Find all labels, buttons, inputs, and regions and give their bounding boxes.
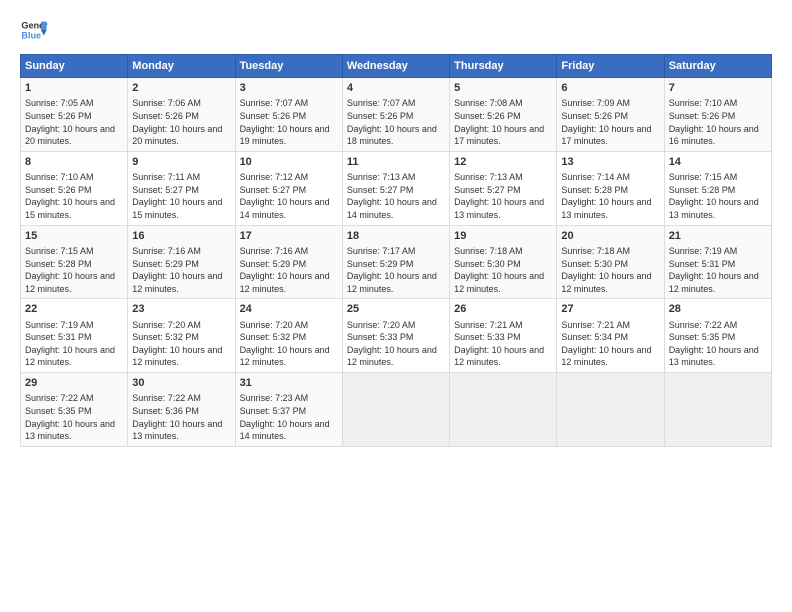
col-header-friday: Friday xyxy=(557,55,664,78)
day-number: 30 xyxy=(132,376,230,391)
header-row: SundayMondayTuesdayWednesdayThursdayFrid… xyxy=(21,55,772,78)
day-number: 22 xyxy=(25,302,123,317)
calendar-cell: 2Sunrise: 7:06 AMSunset: 5:26 PMDaylight… xyxy=(128,78,235,152)
calendar-cell: 11Sunrise: 7:13 AMSunset: 5:27 PMDayligh… xyxy=(342,151,449,225)
calendar-cell: 8Sunrise: 7:10 AMSunset: 5:26 PMDaylight… xyxy=(21,151,128,225)
day-number: 18 xyxy=(347,229,445,244)
calendar-cell: 10Sunrise: 7:12 AMSunset: 5:27 PMDayligh… xyxy=(235,151,342,225)
calendar-cell: 23Sunrise: 7:20 AMSunset: 5:32 PMDayligh… xyxy=(128,299,235,373)
col-header-sunday: Sunday xyxy=(21,55,128,78)
calendar-cell: 27Sunrise: 7:21 AMSunset: 5:34 PMDayligh… xyxy=(557,299,664,373)
calendar-cell xyxy=(557,373,664,447)
day-number: 24 xyxy=(240,302,338,317)
calendar-cell: 3Sunrise: 7:07 AMSunset: 5:26 PMDaylight… xyxy=(235,78,342,152)
day-number: 10 xyxy=(240,155,338,170)
day-number: 7 xyxy=(669,81,767,96)
col-header-saturday: Saturday xyxy=(664,55,771,78)
calendar-cell: 29Sunrise: 7:22 AMSunset: 5:35 PMDayligh… xyxy=(21,373,128,447)
day-number: 13 xyxy=(561,155,659,170)
calendar-row-1: 1Sunrise: 7:05 AMSunset: 5:26 PMDaylight… xyxy=(21,78,772,152)
calendar-cell: 25Sunrise: 7:20 AMSunset: 5:33 PMDayligh… xyxy=(342,299,449,373)
calendar-cell: 4Sunrise: 7:07 AMSunset: 5:26 PMDaylight… xyxy=(342,78,449,152)
calendar-row-2: 8Sunrise: 7:10 AMSunset: 5:26 PMDaylight… xyxy=(21,151,772,225)
day-number: 21 xyxy=(669,229,767,244)
day-number: 3 xyxy=(240,81,338,96)
calendar-cell: 13Sunrise: 7:14 AMSunset: 5:28 PMDayligh… xyxy=(557,151,664,225)
calendar-cell: 19Sunrise: 7:18 AMSunset: 5:30 PMDayligh… xyxy=(450,225,557,299)
calendar-cell: 1Sunrise: 7:05 AMSunset: 5:26 PMDaylight… xyxy=(21,78,128,152)
col-header-monday: Monday xyxy=(128,55,235,78)
day-number: 1 xyxy=(25,81,123,96)
calendar-cell: 9Sunrise: 7:11 AMSunset: 5:27 PMDaylight… xyxy=(128,151,235,225)
page: General Blue SundayMondayTuesdayWednesda… xyxy=(0,0,792,612)
day-number: 20 xyxy=(561,229,659,244)
calendar-cell xyxy=(664,373,771,447)
header: General Blue xyxy=(20,16,772,44)
day-number: 16 xyxy=(132,229,230,244)
calendar-row-5: 29Sunrise: 7:22 AMSunset: 5:35 PMDayligh… xyxy=(21,373,772,447)
calendar-cell: 7Sunrise: 7:10 AMSunset: 5:26 PMDaylight… xyxy=(664,78,771,152)
calendar-cell: 15Sunrise: 7:15 AMSunset: 5:28 PMDayligh… xyxy=(21,225,128,299)
calendar-cell: 17Sunrise: 7:16 AMSunset: 5:29 PMDayligh… xyxy=(235,225,342,299)
day-number: 9 xyxy=(132,155,230,170)
calendar-cell: 24Sunrise: 7:20 AMSunset: 5:32 PMDayligh… xyxy=(235,299,342,373)
day-number: 27 xyxy=(561,302,659,317)
calendar-cell xyxy=(342,373,449,447)
calendar-cell xyxy=(450,373,557,447)
col-header-thursday: Thursday xyxy=(450,55,557,78)
calendar-cell: 30Sunrise: 7:22 AMSunset: 5:36 PMDayligh… xyxy=(128,373,235,447)
calendar-cell: 6Sunrise: 7:09 AMSunset: 5:26 PMDaylight… xyxy=(557,78,664,152)
day-number: 2 xyxy=(132,81,230,96)
day-number: 6 xyxy=(561,81,659,96)
calendar-cell: 22Sunrise: 7:19 AMSunset: 5:31 PMDayligh… xyxy=(21,299,128,373)
calendar-cell: 21Sunrise: 7:19 AMSunset: 5:31 PMDayligh… xyxy=(664,225,771,299)
logo-icon: General Blue xyxy=(20,16,48,44)
calendar-cell: 18Sunrise: 7:17 AMSunset: 5:29 PMDayligh… xyxy=(342,225,449,299)
calendar-cell: 5Sunrise: 7:08 AMSunset: 5:26 PMDaylight… xyxy=(450,78,557,152)
day-number: 8 xyxy=(25,155,123,170)
calendar-table: SundayMondayTuesdayWednesdayThursdayFrid… xyxy=(20,54,772,447)
col-header-tuesday: Tuesday xyxy=(235,55,342,78)
day-number: 11 xyxy=(347,155,445,170)
day-number: 28 xyxy=(669,302,767,317)
day-number: 23 xyxy=(132,302,230,317)
calendar-cell: 16Sunrise: 7:16 AMSunset: 5:29 PMDayligh… xyxy=(128,225,235,299)
day-number: 4 xyxy=(347,81,445,96)
day-number: 12 xyxy=(454,155,552,170)
day-number: 31 xyxy=(240,376,338,391)
calendar-cell: 26Sunrise: 7:21 AMSunset: 5:33 PMDayligh… xyxy=(450,299,557,373)
day-number: 29 xyxy=(25,376,123,391)
day-number: 5 xyxy=(454,81,552,96)
day-number: 14 xyxy=(669,155,767,170)
calendar-row-3: 15Sunrise: 7:15 AMSunset: 5:28 PMDayligh… xyxy=(21,225,772,299)
day-number: 26 xyxy=(454,302,552,317)
calendar-cell: 20Sunrise: 7:18 AMSunset: 5:30 PMDayligh… xyxy=(557,225,664,299)
logo: General Blue xyxy=(20,16,52,44)
day-number: 15 xyxy=(25,229,123,244)
svg-text:Blue: Blue xyxy=(21,30,41,40)
calendar-cell: 31Sunrise: 7:23 AMSunset: 5:37 PMDayligh… xyxy=(235,373,342,447)
day-number: 17 xyxy=(240,229,338,244)
calendar-row-4: 22Sunrise: 7:19 AMSunset: 5:31 PMDayligh… xyxy=(21,299,772,373)
col-header-wednesday: Wednesday xyxy=(342,55,449,78)
day-number: 19 xyxy=(454,229,552,244)
calendar-cell: 12Sunrise: 7:13 AMSunset: 5:27 PMDayligh… xyxy=(450,151,557,225)
calendar-cell: 14Sunrise: 7:15 AMSunset: 5:28 PMDayligh… xyxy=(664,151,771,225)
calendar-cell: 28Sunrise: 7:22 AMSunset: 5:35 PMDayligh… xyxy=(664,299,771,373)
day-number: 25 xyxy=(347,302,445,317)
